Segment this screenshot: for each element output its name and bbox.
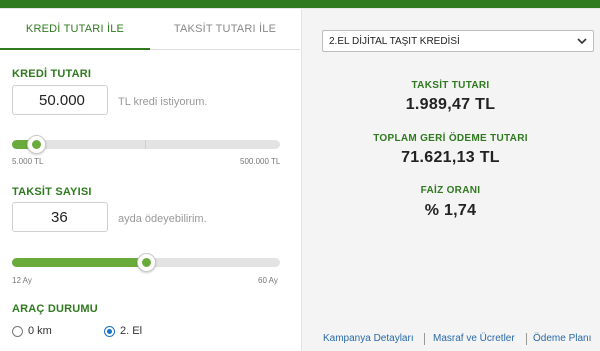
loan-slider-tick: [145, 140, 146, 149]
loan-amount-input[interactable]: 50.000: [12, 85, 108, 115]
loan-amount-slider[interactable]: [12, 135, 280, 154]
installment-amount-value: 1.989,47 TL: [405, 96, 496, 113]
installment-slider-fill: [12, 258, 146, 267]
loan-amount-value: 50.000: [39, 91, 85, 109]
total-repayment-value: 71.621,13 TL: [401, 149, 500, 166]
loan-amount-label: KREDİ TUTARI: [12, 68, 92, 80]
radio-used-vehicle-label: 2. El: [120, 325, 143, 337]
product-select[interactable]: 2.EL DİJİTAL TAŞIT KREDİSİ: [322, 30, 594, 52]
installment-slider-thumb[interactable]: [137, 253, 156, 272]
radio-new-vehicle[interactable]: 0 km: [12, 325, 52, 337]
installment-slider-max-label: 60 Ay: [258, 276, 278, 285]
payment-plan-link[interactable]: Ödeme Planı: [533, 333, 591, 344]
loan-amount-hint: TL kredi istiyorum.: [118, 96, 208, 108]
radio-used-vehicle-indicator: [104, 325, 115, 337]
radio-new-vehicle-indicator: [12, 325, 23, 337]
top-brand-bar: [0, 0, 600, 8]
campaign-details-link[interactable]: Kampanya Detayları: [323, 333, 414, 344]
interest-rate-value: % 1,74: [424, 202, 477, 219]
loan-slider-max-label: 500.000 TL: [240, 157, 281, 166]
fees-link[interactable]: Masraf ve Ücretler: [433, 333, 515, 344]
installment-amount-label: TAKSİT TUTARI: [411, 80, 490, 91]
installment-count-hint: ayda ödeyebilirim.: [118, 213, 207, 225]
installment-count-input[interactable]: 36: [12, 202, 108, 232]
installment-count-label: TAKSİT SAYISI: [12, 186, 92, 198]
calculator-form-panel: [0, 9, 300, 351]
results-panel: [301, 9, 600, 351]
vehicle-status-label: ARAÇ DURUMU: [12, 303, 98, 315]
tab-installment-amount[interactable]: TAKSİT TUTARI İLE: [150, 18, 300, 50]
loan-slider-min-label: 5.000 TL: [12, 157, 44, 166]
chevron-down-icon: [577, 38, 587, 45]
tab-loan-amount[interactable]: KREDİ TUTARI İLE: [0, 18, 150, 50]
interest-rate-label: FAİZ ORANI: [420, 185, 481, 196]
installment-count-value: 36: [51, 208, 68, 226]
mode-tabs: KREDİ TUTARI İLE TAKSİT TUTARI İLE: [0, 18, 300, 50]
radio-new-vehicle-label: 0 km: [28, 325, 52, 337]
installment-slider-min-label: 12 Ay: [12, 276, 32, 285]
product-select-value: 2.EL DİJİTAL TAŞIT KREDİSİ: [329, 35, 460, 47]
total-repayment-label: TOPLAM GERİ ÖDEME TUTARI: [373, 133, 528, 144]
installment-count-slider[interactable]: [12, 253, 280, 272]
radio-used-vehicle[interactable]: 2. El: [104, 325, 142, 337]
footer-separator: [526, 333, 527, 345]
footer-separator: [424, 333, 425, 345]
loan-slider-thumb[interactable]: [27, 135, 47, 154]
